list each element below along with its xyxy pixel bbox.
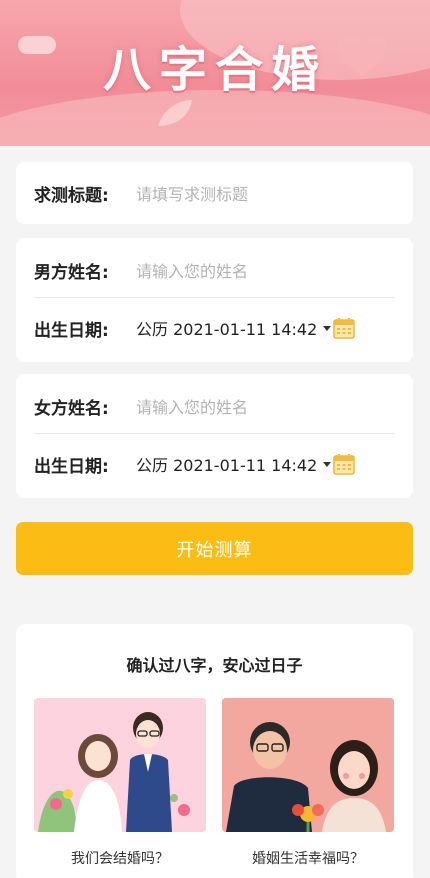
male-date-value: 公历 2021-01-11 14:42 [136,320,318,339]
female-name-input[interactable]: 请输入您的姓名 [136,394,248,418]
female-date-label: 出生日期: [34,456,109,477]
female-card: 女方姓名: 请输入您的姓名 出生日期: 公历 2021-01-11 14:42 [16,374,413,498]
calendar-icon[interactable] [333,453,355,475]
wedding-couple-image[interactable] [34,698,206,832]
subject-input[interactable]: 请填写求测标题 [136,181,248,205]
start-button[interactable]: 开始测算 [16,522,413,575]
female-date-select[interactable]: 公历 2021-01-11 14:42 [136,452,332,476]
subject-label: 求测标题: [34,185,109,206]
female-name-row[interactable]: 女方姓名: 请输入您的姓名 [16,376,413,436]
male-name-input[interactable]: 请输入您的姓名 [136,258,248,282]
chevron-down-icon [323,325,332,331]
leaf-icon [158,100,192,126]
calendar-icon[interactable] [333,317,355,339]
subject-card: 求测标题: 请填写求测标题 [16,162,413,224]
female-date-value: 公历 2021-01-11 14:42 [136,456,318,475]
promo-title: 确认过八字，安心过日子 [126,656,303,675]
male-name-row[interactable]: 男方姓名: 请输入您的姓名 [16,240,413,300]
male-card: 男方姓名: 请输入您的姓名 出生日期: 公历 2021-01-11 14:42 [16,238,413,362]
male-date-label: 出生日期: [34,320,109,341]
header-banner: 八字合婚 [0,0,430,146]
happy-couple-image[interactable] [222,698,394,832]
male-date-select[interactable]: 公历 2021-01-11 14:42 [136,316,332,340]
page-title: 八字合婚 [102,42,327,98]
female-name-label: 女方姓名: [34,398,109,419]
promo-caption: 婚姻生活幸福吗？ [252,851,364,867]
subject-row[interactable]: 求测标题: 请填写求测标题 [16,163,413,223]
female-date-row[interactable]: 出生日期: 公历 2021-01-11 14:42 [16,434,413,494]
promo-card: 确认过八字，安心过日子 我们会结婚吗？ 婚姻生活幸福吗？ [16,624,413,878]
male-name-label: 男方姓名: [34,262,109,283]
promo-caption: 我们会结婚吗？ [71,851,169,867]
chevron-down-icon [323,461,332,467]
male-date-row[interactable]: 出生日期: 公历 2021-01-11 14:42 [16,298,413,358]
